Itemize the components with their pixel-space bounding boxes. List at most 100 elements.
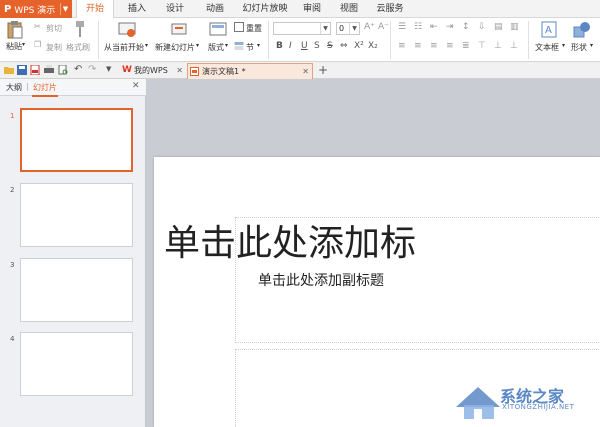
undo-icon[interactable]: ↶: [74, 64, 82, 75]
paste-icon[interactable]: [7, 21, 23, 39]
shadow-icon[interactable]: S: [314, 41, 320, 51]
export-pdf-icon[interactable]: [30, 65, 40, 75]
char-spacing-icon[interactable]: ⇔: [340, 41, 348, 51]
menu-bar: P WPS 演示 ▼ 开始 插入 设计 动画 幻灯片放映 审阅 视图 云服务: [0, 0, 600, 18]
tab-insert[interactable]: 插入: [122, 0, 152, 18]
strikethrough-icon[interactable]: S: [327, 41, 333, 51]
textbox-icon[interactable]: A: [541, 21, 557, 38]
format-painter-icon[interactable]: [74, 21, 86, 37]
justify-icon[interactable]: ≡: [446, 41, 454, 51]
copy-button[interactable]: 复制: [46, 42, 62, 53]
svg-text:A: A: [545, 25, 552, 36]
bullet-list-icon[interactable]: ☰: [398, 22, 406, 32]
font-size-select[interactable]: 0 ▼: [336, 22, 360, 35]
section-button[interactable]: 节: [246, 42, 254, 53]
shape-button[interactable]: 形状: [571, 42, 587, 53]
close-icon[interactable]: ✕: [176, 63, 183, 78]
watermark-url: XITONGZHIJIA.NET: [502, 403, 575, 411]
columns-icon[interactable]: ▥: [510, 22, 519, 32]
line-spacing-icon[interactable]: ↕: [462, 22, 470, 32]
slide-thumbnail-4[interactable]: [20, 332, 133, 396]
from-current-button[interactable]: 从当前开始: [104, 42, 144, 53]
chevron-down-icon[interactable]: ▼: [60, 3, 70, 15]
align-left-icon[interactable]: ≡: [398, 41, 406, 51]
tab-view[interactable]: 视图: [336, 0, 362, 18]
save-icon[interactable]: [17, 65, 27, 75]
bottom-align-icon[interactable]: ⊥: [510, 41, 518, 51]
doc-tab-my-wps[interactable]: W 我的WPS ✕: [120, 63, 186, 79]
play-from-current-icon[interactable]: [118, 21, 136, 39]
chevron-down-icon[interactable]: ▼: [349, 23, 359, 34]
close-icon[interactable]: ✕: [302, 64, 309, 79]
open-folder-icon[interactable]: [4, 65, 14, 75]
distribute-icon[interactable]: ≣: [462, 41, 470, 51]
bold-icon[interactable]: B: [276, 41, 283, 51]
decrease-indent-icon[interactable]: ⇤: [430, 22, 438, 32]
tab-slides[interactable]: 幻灯片: [33, 82, 57, 93]
section-icon[interactable]: [234, 41, 244, 51]
pane-tab-divider: |: [26, 82, 29, 91]
tab-animation[interactable]: 动画: [200, 0, 230, 18]
layout-button[interactable]: 版式: [208, 42, 224, 53]
slide-thumbnail-2[interactable]: [20, 183, 133, 247]
customize-dropdown-icon[interactable]: ▼: [106, 65, 111, 73]
tab-outline[interactable]: 大纲: [6, 82, 22, 93]
print-preview-icon[interactable]: [58, 65, 68, 75]
increase-indent-icon[interactable]: ⇥: [446, 22, 454, 32]
reset-icon[interactable]: [234, 22, 244, 32]
divider: [528, 21, 529, 59]
slide-number: 2: [10, 186, 15, 194]
slide-pane: 大纲 | 幻灯片 ✕ 1 2 3 4: [0, 79, 146, 427]
ribbon-toolbar: 粘贴 ▾ ✂ 剪切 ❐ 复制 格式刷 从当前开始 ▾ 新建幻灯片 ▾ 版式 ▾ …: [0, 18, 600, 62]
new-slide-button[interactable]: 新建幻灯片: [155, 42, 195, 53]
divider: [268, 21, 269, 59]
underline-icon[interactable]: U: [301, 41, 308, 51]
print-icon[interactable]: [44, 65, 54, 75]
shrink-font-icon[interactable]: A⁻: [378, 22, 389, 32]
subtitle-placeholder-text[interactable]: 单击此处添加副标题: [258, 270, 384, 290]
align-center-icon[interactable]: ≡: [414, 41, 422, 51]
slide-thumbnail-1[interactable]: [20, 108, 133, 172]
title-placeholder-text[interactable]: 单击此处添加标: [164, 214, 416, 266]
align-right-icon[interactable]: ≡: [430, 41, 438, 51]
doc-tab-presentation[interactable]: 演示文稿1 * ✕: [187, 63, 313, 79]
close-pane-icon[interactable]: ✕: [132, 81, 140, 91]
reset-button[interactable]: 重置: [246, 23, 262, 34]
middle-align-icon[interactable]: ⊥: [494, 41, 502, 51]
layout-icon[interactable]: [209, 21, 227, 39]
number-list-icon[interactable]: ☷: [414, 22, 422, 32]
top-align-icon[interactable]: ⊤: [478, 41, 486, 51]
tab-slideshow[interactable]: 幻灯片放映: [238, 0, 292, 18]
text-direction-icon[interactable]: ⇩: [478, 22, 486, 32]
new-slide-icon[interactable]: [170, 21, 188, 39]
slide-number: 1: [10, 112, 15, 120]
new-tab-plus-icon[interactable]: +: [318, 63, 328, 77]
slide-number: 3: [10, 261, 15, 269]
tab-cloud[interactable]: 云服务: [375, 0, 405, 18]
pane-header: 大纲 | 幻灯片 ✕: [0, 79, 146, 96]
tab-home[interactable]: 开始: [76, 0, 114, 18]
italic-icon[interactable]: I: [289, 41, 292, 51]
shape-icon[interactable]: [573, 21, 591, 38]
subscript-icon[interactable]: X₂: [368, 41, 378, 51]
tab-design[interactable]: 设计: [160, 0, 190, 18]
cut-button[interactable]: 剪切: [46, 23, 62, 34]
textbox-button[interactable]: 文本框: [535, 42, 559, 53]
quick-access-bar: ↶ ↷ ▼ W 我的WPS ✕ 演示文稿1 * ✕ +: [0, 62, 600, 79]
font-name-select[interactable]: ▼: [273, 22, 331, 35]
tab-review[interactable]: 审阅: [300, 0, 324, 18]
chevron-down-icon[interactable]: ▼: [320, 23, 330, 34]
paste-button[interactable]: 粘贴: [6, 41, 22, 52]
scissors-icon[interactable]: ✂: [34, 22, 41, 31]
superscript-icon[interactable]: X²: [354, 41, 364, 51]
wps-w-icon: W: [122, 65, 132, 75]
slide-thumbnail-3[interactable]: [20, 258, 133, 322]
align-text-icon[interactable]: ▤: [494, 22, 503, 32]
format-painter-button[interactable]: 格式刷: [66, 42, 90, 53]
presentation-file-icon: [190, 67, 199, 76]
redo-icon[interactable]: ↷: [88, 64, 96, 75]
copy-icon[interactable]: ❐: [34, 40, 41, 49]
grow-font-icon[interactable]: A⁺: [364, 22, 375, 32]
app-menu-button[interactable]: P WPS 演示 ▼: [0, 0, 72, 18]
slide-number: 4: [10, 335, 15, 343]
